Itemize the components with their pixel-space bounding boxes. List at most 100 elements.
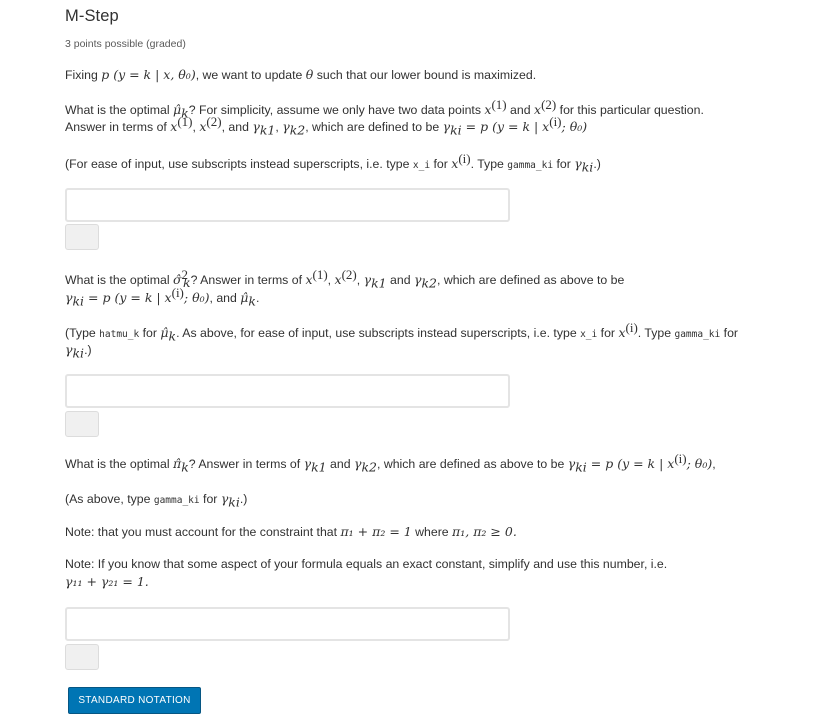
q3-note1: Note: that you must account for the cons… bbox=[65, 523, 517, 541]
problem-title: M-Step bbox=[65, 7, 119, 25]
subscript: k2 bbox=[289, 122, 306, 138]
superscript: (1) bbox=[491, 96, 507, 112]
q1-hint: (For ease of input, use subscripts inste… bbox=[65, 152, 601, 175]
text: and bbox=[326, 457, 354, 471]
text: .) bbox=[239, 492, 248, 506]
definition-formula: = p (y = k | x bbox=[84, 290, 172, 305]
intro-middle: , we want to update bbox=[195, 68, 306, 82]
text: . As above, for ease of input, use subsc… bbox=[176, 326, 581, 340]
subscript: ki bbox=[575, 459, 587, 475]
definition-formula: = p (y = k | x bbox=[461, 119, 550, 134]
text: , which are defined as above to be bbox=[377, 457, 568, 471]
intro-suffix: such that our lower bound is maximized. bbox=[313, 68, 537, 82]
superscript: (1) bbox=[312, 266, 328, 282]
intro-formula: p (y = k | x, θ₀) bbox=[101, 67, 196, 82]
text: .) bbox=[84, 343, 92, 357]
subscript: ki bbox=[581, 159, 594, 175]
constraint-formula: π₁ + π₂ = 1 bbox=[340, 524, 412, 539]
text: What is the optimal bbox=[65, 273, 173, 287]
superscript: (2) bbox=[341, 266, 357, 282]
text: ? Answer in terms of bbox=[188, 457, 304, 471]
text: , which are defined to be bbox=[305, 120, 443, 134]
text: for bbox=[720, 326, 739, 340]
x-symbol: x bbox=[334, 272, 342, 287]
text: (For ease of input, use subscripts inste… bbox=[65, 157, 413, 171]
points-label: 3 points possible (graded) bbox=[65, 38, 186, 50]
superscript: (i) bbox=[549, 113, 562, 129]
pi-hat-symbol: π̂ bbox=[172, 456, 182, 471]
superscript: (1) bbox=[177, 113, 193, 129]
text: for bbox=[199, 492, 221, 506]
code-snippet: x_i bbox=[412, 160, 431, 171]
superscript: (i) bbox=[625, 319, 638, 335]
code-snippet: gamma_ki bbox=[507, 160, 554, 171]
text: , bbox=[712, 457, 716, 471]
subscript: k1 bbox=[371, 275, 387, 291]
text: What is the optimal bbox=[65, 103, 173, 117]
definition-formula: = p (y = k | x bbox=[586, 456, 675, 471]
text: for bbox=[597, 326, 619, 340]
code-snippet: hatmu_k bbox=[99, 329, 140, 340]
text: and bbox=[386, 273, 414, 287]
code-snippet: gamma_ki bbox=[674, 329, 721, 340]
text: . bbox=[255, 291, 260, 305]
text: for bbox=[430, 157, 452, 171]
intro-prefix: Fixing bbox=[65, 68, 102, 82]
text: , which are defined as above to be bbox=[436, 273, 625, 287]
text: . Type bbox=[470, 157, 508, 171]
text: Note: that you must account for the cons… bbox=[65, 525, 341, 539]
gamma-symbol: γ bbox=[282, 119, 290, 134]
code-snippet: x_i bbox=[580, 329, 598, 340]
text: Answer in terms of bbox=[65, 120, 171, 134]
text: and bbox=[506, 103, 534, 117]
q2-line2: γki = p (y = k | x(i); θ₀), and μ̂k. bbox=[65, 286, 260, 309]
text: where bbox=[411, 525, 453, 539]
code-snippet: gamma_ki bbox=[153, 495, 200, 506]
q3-submit-button[interactable] bbox=[65, 644, 99, 670]
gamma-symbol: γ bbox=[363, 272, 372, 287]
q3-line1: What is the optimal π̂k? Answer in terms… bbox=[65, 452, 716, 475]
standard-notation-button[interactable]: STANDARD NOTATION bbox=[68, 687, 201, 714]
x-symbol: x bbox=[618, 325, 626, 340]
x-symbol: x bbox=[305, 272, 313, 287]
q1-answer-input[interactable] bbox=[65, 188, 510, 222]
subscript: ki bbox=[72, 293, 85, 309]
subscript: k bbox=[168, 328, 177, 344]
subscript: ki bbox=[450, 122, 462, 138]
text: .) bbox=[593, 157, 601, 171]
intro-text: Fixing p (y = k | x, θ₀), we want to upd… bbox=[65, 66, 536, 84]
q3-note2: Note: If you know that some aspect of yo… bbox=[65, 556, 667, 573]
gamma-symbol: γ bbox=[574, 156, 582, 171]
text: (Type bbox=[65, 326, 100, 340]
gamma-symbol: γ bbox=[252, 119, 260, 134]
superscript: (i) bbox=[458, 150, 471, 166]
superscript: (i) bbox=[674, 450, 687, 466]
subscript: k2 bbox=[361, 459, 377, 475]
text: ? Answer in terms of bbox=[190, 273, 306, 287]
subscript: k bbox=[181, 459, 189, 475]
definition-formula-tail: ; θ₀) bbox=[183, 290, 210, 305]
q2-submit-button[interactable] bbox=[65, 411, 99, 437]
q2-answer-input[interactable] bbox=[65, 374, 510, 408]
q1-line1: What is the optimal μ̂k? For simplicity,… bbox=[65, 98, 704, 119]
q2-hint-line1: (Type hatmu_k for μ̂k. As above, for eas… bbox=[65, 321, 739, 344]
definition-formula-tail: ; θ₀) bbox=[561, 119, 588, 134]
superscript: (2) bbox=[541, 96, 557, 112]
q3-hint: (As above, type gamma_ki for γki.) bbox=[65, 490, 247, 509]
mu-hat-symbol: μ̂ bbox=[160, 325, 169, 340]
text: ? For simplicity, assume we only have tw… bbox=[188, 103, 485, 117]
q1-submit-button[interactable] bbox=[65, 224, 99, 250]
gamma-symbol: γ bbox=[303, 456, 312, 471]
x-symbol: x bbox=[534, 102, 542, 117]
definition-formula-tail: ; θ₀) bbox=[686, 456, 713, 471]
text: , and bbox=[221, 120, 253, 134]
text: What is the optimal bbox=[65, 457, 173, 471]
text: , and bbox=[209, 291, 241, 305]
q2-line1: What is the optimal σ̂2k? Answer in term… bbox=[65, 266, 625, 291]
q3-answer-input[interactable] bbox=[65, 607, 510, 641]
text: . Type bbox=[637, 326, 675, 340]
subscript: ki bbox=[228, 494, 240, 510]
subscript: k1 bbox=[259, 122, 276, 138]
text: for bbox=[553, 157, 575, 171]
text: for bbox=[139, 326, 161, 340]
